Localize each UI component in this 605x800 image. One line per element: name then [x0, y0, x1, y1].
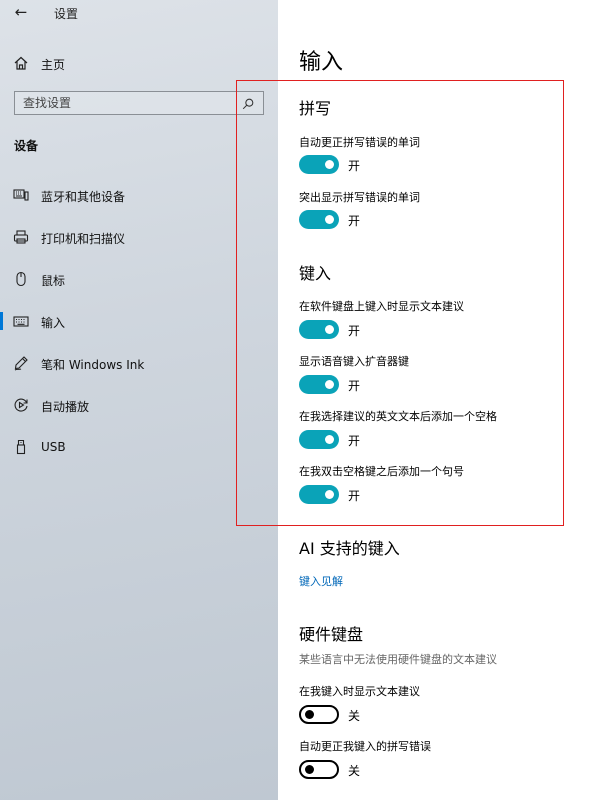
add-space-after-suggestion-setting: 开: [299, 430, 419, 450]
sidebar-item-home[interactable]: 主页: [0, 50, 278, 76]
sidebar-item-label: 鼠标: [41, 274, 66, 288]
title-bar: ← 设置: [0, 0, 278, 26]
search-icon[interactable]: [241, 96, 257, 112]
double-space-period-toggle[interactable]: [299, 485, 339, 504]
sidebar-item-label: 打印机和扫描仪: [41, 232, 126, 246]
sidebar-item-autoplay[interactable]: 自动播放: [0, 390, 278, 420]
toggle-knob: [325, 215, 334, 224]
sidebar-item-label: 自动播放: [41, 400, 90, 414]
sidebar-item-bluetooth[interactable]: 蓝牙和其他设备: [0, 180, 278, 210]
autocorrect-spelling-label: 自动更正拼写错误的单词: [299, 136, 420, 149]
sidebar-item-label: 笔和 Windows Ink: [41, 358, 145, 372]
pen-icon: [12, 354, 30, 372]
toggle-knob: [325, 160, 334, 169]
section-title: 设备: [14, 139, 39, 153]
toggle-knob: [325, 435, 334, 444]
sidebar-item-label: USB: [41, 440, 66, 454]
search-box[interactable]: [14, 91, 264, 115]
mouse-icon: [12, 270, 30, 288]
hw-autocorrect-setting: 关: [299, 760, 419, 780]
back-button[interactable]: ←: [10, 2, 32, 22]
toggle-state-text: 关: [348, 709, 361, 723]
hw-show-suggestions-setting: 关: [299, 705, 419, 725]
double-space-period-label: 在我双击空格键之后添加一个句号: [299, 465, 464, 478]
sidebar-item-label: 蓝牙和其他设备: [41, 190, 126, 204]
search-input[interactable]: [15, 92, 235, 114]
autocorrect-spelling-setting: 开: [299, 155, 419, 175]
typing-insights-link[interactable]: 键入见解: [299, 573, 343, 589]
ai-typing-section-title: AI 支持的键入: [299, 539, 400, 558]
home-icon: [12, 54, 30, 72]
autoplay-icon: [12, 396, 30, 414]
toggle-knob: [305, 710, 314, 719]
sidebar-item-pen[interactable]: 笔和 Windows Ink: [0, 348, 278, 378]
double-space-period-setting: 开: [299, 485, 419, 505]
hardware-keyboard-description: 某些语言中无法使用硬件键盘的文本建议: [299, 653, 497, 666]
sidebar-item-label: 输入: [41, 316, 66, 330]
toggle-knob: [325, 325, 334, 334]
sidebar-item-printers[interactable]: 打印机和扫描仪: [0, 222, 278, 252]
autocorrect-spelling-toggle[interactable]: [299, 155, 339, 174]
toggle-state-text: 开: [348, 379, 361, 393]
printer-icon: [12, 228, 30, 246]
sidebar-item-typing[interactable]: 输入: [0, 306, 278, 336]
toggle-state-text: 开: [348, 434, 361, 448]
voice-typing-key-toggle[interactable]: [299, 375, 339, 394]
bluetooth-devices-icon: [12, 186, 30, 204]
usb-icon: [12, 438, 30, 456]
sidebar-item-label: 主页: [41, 58, 66, 72]
toggle-knob: [305, 765, 314, 774]
highlight-misspelled-setting: 开: [299, 210, 419, 230]
highlight-misspelled-toggle[interactable]: [299, 210, 339, 229]
spelling-section-title: 拼写: [299, 99, 332, 118]
voice-typing-key-label: 显示语音键入扩音器键: [299, 355, 409, 368]
hardware-keyboard-section-title: 硬件键盘: [299, 625, 364, 644]
toggle-state-text: 开: [348, 159, 361, 173]
soft-keyboard-suggestions-toggle[interactable]: [299, 320, 339, 339]
hw-show-suggestions-label: 在我键入时显示文本建议: [299, 685, 420, 698]
hw-show-suggestions-toggle[interactable]: [299, 705, 339, 724]
toggle-state-text: 开: [348, 489, 361, 503]
toggle-knob: [325, 490, 334, 499]
typing-section-title: 键入: [299, 264, 332, 283]
keyboard-icon: [12, 312, 30, 330]
voice-typing-key-setting: 开: [299, 375, 419, 395]
add-space-after-suggestion-label: 在我选择建议的英文文本后添加一个空格: [299, 410, 497, 423]
sidebar-item-usb[interactable]: USB: [0, 432, 278, 462]
sidebar: ← 设置 主页 设备 蓝牙和其他设备 打印机和扫描仪 鼠标: [0, 0, 278, 800]
app-title: 设置: [54, 7, 79, 21]
highlight-misspelled-label: 突出显示拼写错误的单词: [299, 191, 420, 204]
hw-autocorrect-toggle[interactable]: [299, 760, 339, 779]
toggle-knob: [325, 380, 334, 389]
soft-keyboard-suggestions-label: 在软件键盘上键入时显示文本建议: [299, 300, 464, 313]
toggle-state-text: 开: [348, 214, 361, 228]
page-title: 输入: [299, 50, 344, 75]
toggle-state-text: 开: [348, 324, 361, 338]
toggle-state-text: 关: [348, 764, 361, 778]
sidebar-item-mouse[interactable]: 鼠标: [0, 264, 278, 294]
main-content: 输入 拼写 自动更正拼写错误的单词 开 突出显示拼写错误的单词 开 键入 在软件…: [278, 0, 605, 800]
add-space-after-suggestion-toggle[interactable]: [299, 430, 339, 449]
soft-keyboard-suggestions-setting: 开: [299, 320, 419, 340]
hw-autocorrect-label: 自动更正我键入的拼写错误: [299, 740, 431, 753]
